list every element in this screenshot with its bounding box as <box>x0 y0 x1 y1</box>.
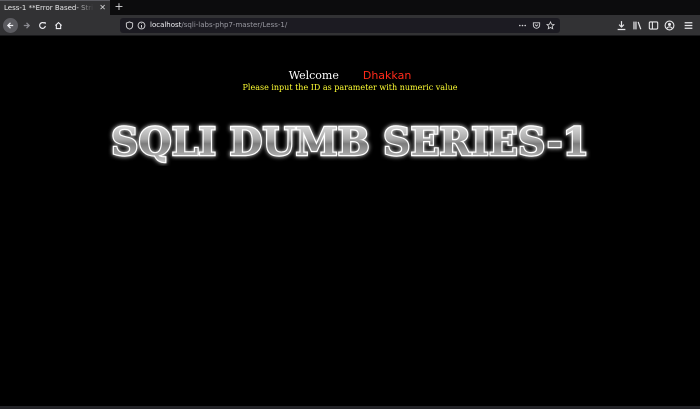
page-info-icon[interactable] <box>137 21 146 30</box>
page-content: Welcome Dhakkan Please input the ID as pa… <box>0 36 700 409</box>
banner-logo: SQLI DUMB SERIES-1 <box>100 118 600 166</box>
reload-button[interactable] <box>35 18 50 33</box>
forward-icon <box>23 22 31 29</box>
download-icon[interactable] <box>616 20 627 31</box>
banner-text: SQLI DUMB SERIES-1 <box>111 119 589 164</box>
url-text[interactable]: localhost/sqli-labs-php7-master/Less-1/ <box>150 20 287 31</box>
tab-strip: Less-1 **Error Based- String** ✕ + <box>0 0 700 15</box>
home-button[interactable] <box>51 18 66 33</box>
sidebar-icon[interactable] <box>648 20 659 31</box>
menu-icon[interactable] <box>683 20 694 31</box>
username-text: Dhakkan <box>362 69 412 82</box>
prompt-text: Please input the ID as parameter with nu… <box>242 83 458 92</box>
pocket-icon[interactable] <box>532 21 541 30</box>
reload-icon <box>39 22 46 29</box>
url-bar[interactable]: localhost/sqli-labs-php7-master/Less-1/ <box>120 18 560 33</box>
plus-icon[interactable]: + <box>113 1 125 13</box>
close-icon[interactable]: ✕ <box>99 3 106 13</box>
forward-button[interactable] <box>19 18 34 33</box>
shield-icon[interactable] <box>125 21 134 30</box>
back-button[interactable] <box>3 18 18 33</box>
back-icon <box>6 22 14 29</box>
account-icon[interactable] <box>664 20 675 31</box>
welcome-text: Welcome <box>288 69 339 82</box>
url-host: localhost <box>150 21 182 29</box>
active-tab[interactable]: Less-1 **Error Based- String** ✕ <box>0 0 110 15</box>
url-path: /sqli-labs-php7-master/Less-1/ <box>181 21 288 29</box>
home-icon <box>54 21 63 30</box>
more-icon[interactable] <box>518 21 527 30</box>
welcome-row: Welcome Dhakkan <box>0 69 700 82</box>
nav-toolbar: localhost/sqli-labs-php7-master/Less-1/ <box>0 15 700 36</box>
bookmark-star-icon[interactable] <box>546 21 555 30</box>
tab-title: Less-1 **Error Based- String** <box>4 4 94 12</box>
library-icon[interactable] <box>632 20 643 31</box>
